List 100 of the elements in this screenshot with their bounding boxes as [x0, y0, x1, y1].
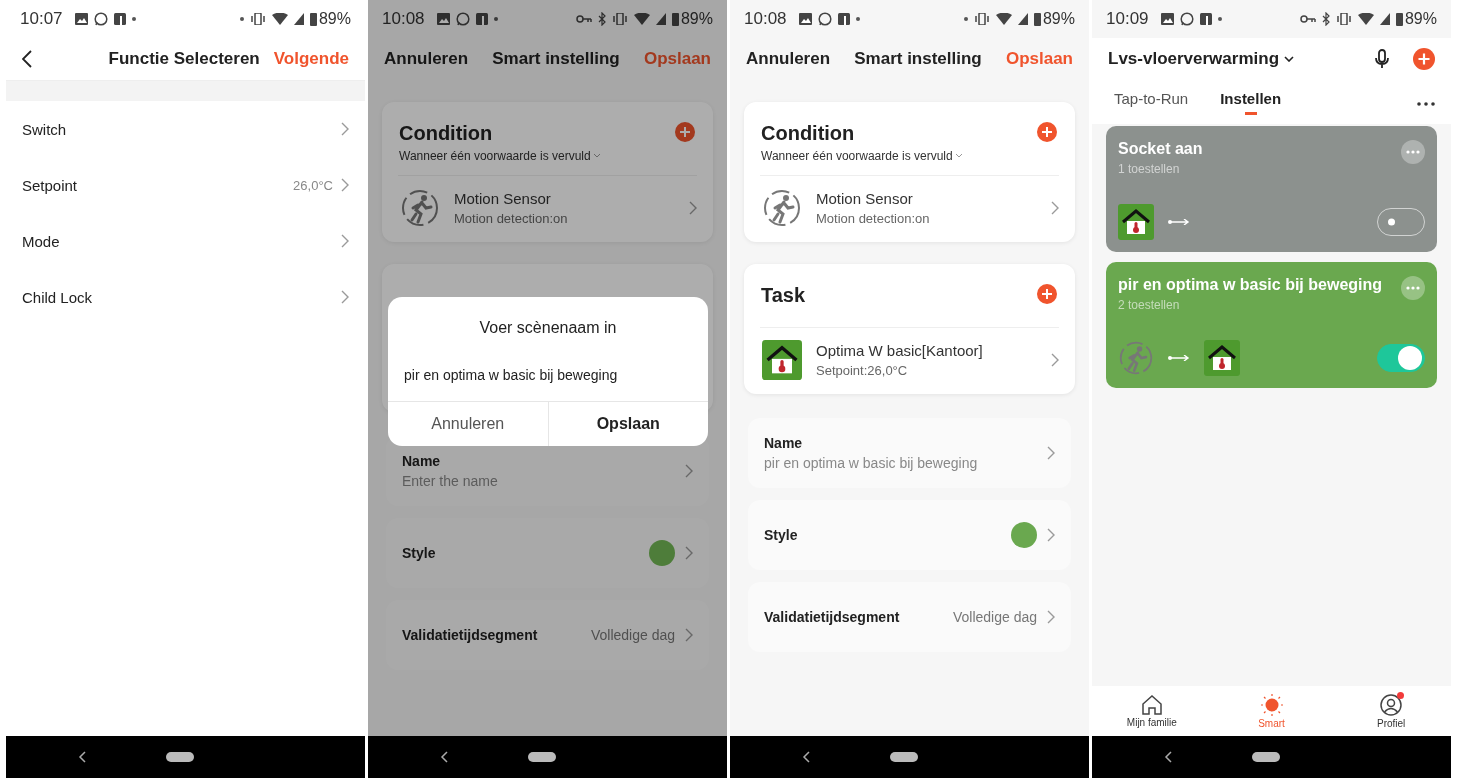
more-icon[interactable]	[1417, 102, 1435, 106]
dot-icon	[1217, 17, 1222, 21]
add-icon[interactable]	[675, 122, 695, 142]
vibrate-icon	[249, 13, 266, 25]
scene-name-input[interactable]: pir en optima w basic bij beweging	[404, 363, 692, 387]
function-label[interactable]: Switch	[22, 120, 333, 138]
chevron-icon	[1051, 201, 1059, 215]
home-pill[interactable]	[165, 752, 194, 762]
home-pill[interactable]	[1251, 752, 1280, 762]
bluetooth-icon	[597, 12, 606, 26]
home-pill[interactable]	[889, 752, 918, 762]
thermostat-house-icon	[1204, 340, 1240, 376]
device-detail: Setpoint:26,0°C	[816, 363, 909, 378]
save-button[interactable]: Opslaan	[547, 402, 708, 446]
add-icon[interactable]	[1037, 122, 1057, 142]
home-pill[interactable]	[527, 752, 556, 762]
nav-tab[interactable]: Mijn familie	[1092, 686, 1212, 736]
signal-icon	[1379, 13, 1390, 25]
add-icon[interactable]	[1413, 48, 1435, 70]
function-label[interactable]: Child Lock	[22, 288, 333, 306]
back-icon[interactable]	[439, 751, 448, 763]
chat-icon	[93, 12, 108, 26]
dot-icon	[131, 17, 136, 21]
device-detail: Motion detection:on	[454, 211, 569, 226]
tab[interactable]: Tap-to-Run	[1114, 90, 1189, 118]
vibrate-icon	[611, 13, 628, 25]
chevron-icon	[341, 234, 349, 248]
validity-value: Volledige dag	[952, 609, 1037, 625]
arrow-icon	[1168, 355, 1190, 361]
style-label: Style	[402, 545, 437, 561]
condition-mode-dropdown[interactable]: Wanneer één voorwaarde is vervuld	[399, 149, 675, 163]
device-name[interactable]: Motion Sensor	[816, 190, 1037, 207]
toggle-switch[interactable]	[1377, 344, 1425, 372]
back-icon[interactable]	[801, 751, 810, 763]
device-count: 2 toestellen	[1118, 298, 1181, 312]
chevron-icon	[1047, 610, 1055, 624]
chat-icon	[817, 12, 832, 26]
add-icon[interactable]	[1037, 284, 1057, 304]
app-icon	[113, 13, 126, 25]
profile-icon	[1380, 693, 1403, 716]
more-button[interactable]	[1401, 140, 1425, 164]
back-icon[interactable]	[22, 50, 32, 68]
caret-icon	[593, 154, 600, 158]
dot-icon	[493, 17, 498, 21]
vibrate-icon	[1335, 13, 1352, 25]
clock-time: 10:08	[744, 9, 787, 29]
card-title: Condition	[399, 122, 494, 145]
function-label[interactable]: Setpoint	[22, 176, 286, 194]
home-icon	[1140, 694, 1163, 715]
cancel-button[interactable]: Annuleren	[746, 49, 831, 69]
microphone-icon[interactable]	[1375, 49, 1389, 69]
cancel-button[interactable]: Annuleren	[388, 402, 548, 446]
running-person-icon	[1118, 340, 1154, 376]
running-person-icon	[400, 188, 440, 228]
caret-icon	[955, 154, 962, 158]
scene-title: Socket aan	[1118, 140, 1204, 158]
chat-icon	[1179, 12, 1194, 26]
cancel-button[interactable]: Annuleren	[384, 49, 469, 69]
chevron-icon	[341, 178, 349, 192]
wifi-icon	[995, 13, 1012, 25]
chevron-icon	[1047, 528, 1055, 542]
battery-percentage: 89%	[1404, 10, 1437, 28]
bluetooth-icon	[1321, 12, 1330, 26]
chevron-icon	[341, 290, 349, 304]
image-icon	[1160, 13, 1174, 25]
device-count: 1 toestellen	[1118, 162, 1181, 176]
device-name[interactable]: Optima W basic[Kantoor]	[816, 342, 1037, 359]
nav-tab[interactable]: Profiel	[1331, 686, 1451, 736]
sun-icon	[1260, 693, 1283, 716]
clock-time: 10:09	[1106, 9, 1149, 29]
style-color-dot[interactable]	[1011, 522, 1037, 548]
function-label[interactable]: Mode	[22, 232, 333, 250]
chevron-icon	[685, 546, 693, 560]
battery-percentage: 89%	[1042, 10, 1075, 28]
back-icon[interactable]	[77, 751, 86, 763]
device-name[interactable]: Motion Sensor	[454, 190, 675, 207]
chevron-icon	[685, 464, 693, 478]
app-icon	[837, 13, 850, 25]
arrow-icon	[1168, 219, 1190, 225]
caret-icon[interactable]	[1284, 56, 1294, 62]
scene-title: pir en optima w basic bij beweging	[1118, 276, 1384, 294]
back-icon[interactable]	[1163, 751, 1172, 763]
chevron-icon	[1047, 446, 1055, 460]
name-value[interactable]: pir en optima w basic bij beweging	[764, 455, 1037, 471]
app-icon	[1199, 13, 1212, 25]
image-icon	[436, 13, 450, 25]
battery-percentage: 89%	[680, 10, 713, 28]
signal-icon	[1017, 13, 1028, 25]
thermostat-house-icon	[1118, 204, 1154, 240]
wifi-icon	[1357, 13, 1374, 25]
style-color-dot[interactable]	[649, 540, 675, 566]
card-title: Condition	[761, 122, 856, 145]
battery-icon	[671, 12, 679, 26]
tab[interactable]: Instellen	[1220, 90, 1282, 118]
chevron-icon	[341, 122, 349, 136]
screen-title: Smart instelling	[854, 49, 982, 69]
nav-tab[interactable]: Smart	[1211, 686, 1332, 736]
condition-mode-dropdown[interactable]: Wanneer één voorwaarde is vervuld	[761, 149, 1037, 163]
battery-icon	[309, 12, 317, 26]
screen-title: Functie Selecteren	[108, 49, 260, 69]
